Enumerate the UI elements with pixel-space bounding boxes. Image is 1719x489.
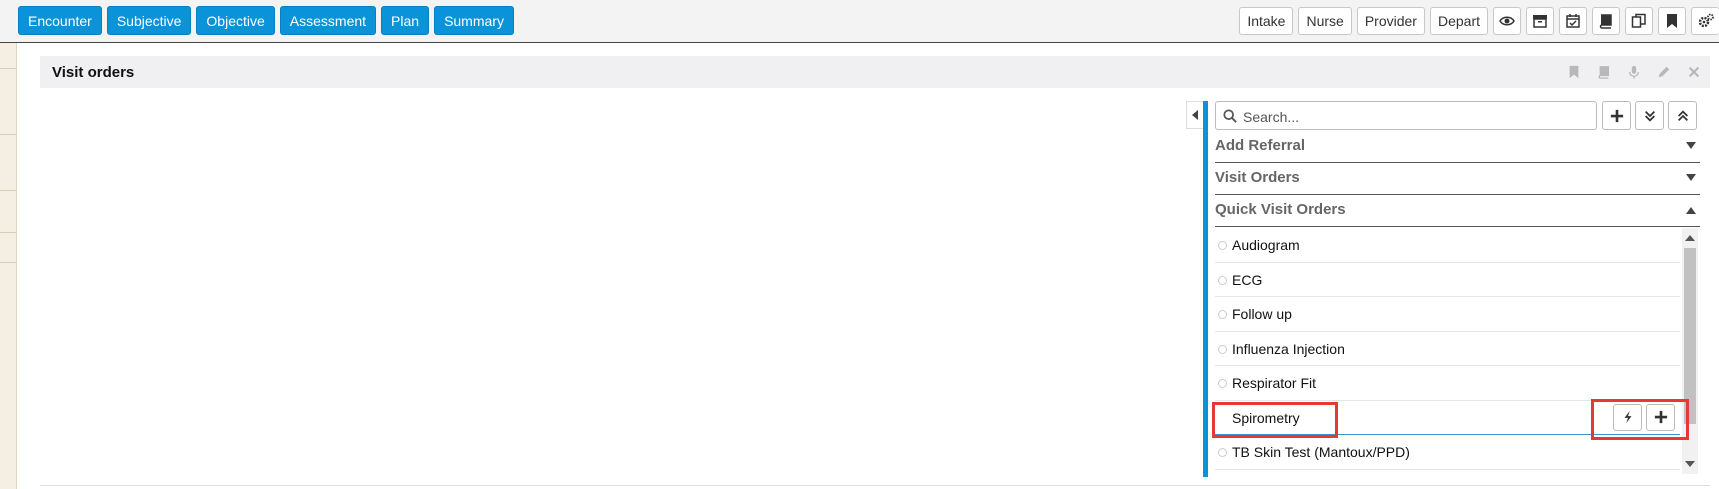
reference-button[interactable] (1592, 7, 1620, 35)
list-item-label: TB Skin Test (Mantoux/PPD) (1232, 444, 1410, 460)
list-item-label: Respirator Fit (1232, 375, 1317, 391)
encounter-toolbar: Encounter Subjective Objective Assessmen… (0, 0, 1719, 43)
panel-bookmark-button[interactable] (1564, 62, 1584, 82)
schedule-button[interactable] (1559, 7, 1587, 35)
caret-down-icon (1686, 174, 1696, 181)
depart-button[interactable]: Depart (1429, 7, 1488, 35)
section-add-referral[interactable]: Add Referral (1215, 131, 1700, 163)
copy-icon (1631, 13, 1646, 28)
archive-button[interactable] (1526, 7, 1554, 35)
section-visit-orders[interactable]: Visit Orders (1215, 163, 1700, 195)
panel-close-button[interactable] (1684, 62, 1704, 82)
scroll-up-icon[interactable] (1685, 234, 1695, 242)
sidebar-collapse-toggle[interactable] (1186, 101, 1203, 129)
tab-encounter[interactable]: Encounter (18, 6, 102, 35)
panel-book-button[interactable] (1594, 62, 1614, 82)
provider-button[interactable]: Provider (1356, 7, 1425, 35)
radio-indicator (1218, 241, 1227, 250)
list-item[interactable]: TB Skin Test (Mantoux/PPD) (1215, 435, 1680, 470)
list-item-label: ECG (1232, 271, 1263, 288)
section-label: Quick Visit Orders (1215, 201, 1346, 218)
section-label: Add Referral (1215, 137, 1306, 154)
bookmark-button[interactable] (1658, 7, 1686, 35)
list-scrollbar[interactable] (1682, 228, 1698, 474)
list-item[interactable]: ECG (1215, 263, 1680, 297)
tab-objective[interactable]: Objective (196, 6, 275, 35)
section-label: Visit Orders (1215, 169, 1300, 186)
list-item-label: Audiogram (1232, 237, 1300, 253)
encounter-tabs: Encounter Subjective Objective Assessmen… (18, 6, 514, 35)
book-icon (1598, 66, 1610, 79)
preview-button[interactable] (1493, 7, 1521, 35)
list-item-label: Spirometry (1232, 409, 1300, 426)
microphone-icon (1628, 65, 1640, 79)
toolbar-right-tools: Intake Nurse Provider Depart (1239, 7, 1719, 35)
radio-indicator (1218, 379, 1227, 388)
radio-indicator (1218, 448, 1227, 457)
list-item[interactable]: Follow up (1215, 297, 1680, 332)
expand-all-icon (1644, 110, 1655, 122)
left-edge-strip (0, 42, 17, 489)
caret-up-icon (1686, 207, 1696, 214)
pencil-icon (1658, 66, 1670, 78)
panel-header-actions (1564, 62, 1704, 82)
item-actions (1613, 403, 1675, 431)
calendar-check-icon (1566, 14, 1580, 28)
tab-assessment[interactable]: Assessment (279, 6, 377, 35)
collapse-all-icon (1677, 109, 1688, 121)
eye-icon (1499, 16, 1515, 26)
collapse-all-button[interactable] (1668, 101, 1697, 130)
add-icon (1610, 109, 1623, 122)
close-icon (1688, 66, 1700, 78)
add-order-item-button[interactable] (1646, 403, 1675, 431)
add-icon (1654, 410, 1667, 424)
scroll-down-icon[interactable] (1685, 460, 1695, 468)
order-search-box (1215, 101, 1597, 130)
settings-button[interactable] (1691, 7, 1719, 35)
intake-button[interactable]: Intake (1239, 7, 1294, 35)
quick-orders-list: Audiogram ECG Follow up Influenza Inject… (1215, 228, 1680, 474)
list-item[interactable]: Audiogram (1215, 228, 1680, 263)
visit-orders-panel-header: Visit orders (40, 56, 1710, 88)
panel-dictate-button[interactable] (1624, 62, 1644, 82)
quick-order-button[interactable] (1613, 403, 1642, 431)
list-item-spirometry[interactable]: Spirometry (1215, 401, 1680, 435)
sidebar-accent-bar (1203, 101, 1208, 477)
radio-indicator (1218, 344, 1227, 354)
archive-icon (1533, 15, 1547, 28)
tab-summary[interactable]: Summary (434, 6, 514, 35)
section-quick-visit-orders[interactable]: Quick Visit Orders (1215, 195, 1700, 227)
search-icon (1223, 109, 1237, 123)
radio-indicator (1218, 310, 1227, 319)
gears-icon (1698, 13, 1714, 28)
list-item-label: Influenza Injection (1232, 340, 1345, 357)
bookmark-icon (1667, 14, 1677, 28)
caret-down-icon (1686, 142, 1696, 149)
tab-plan[interactable]: Plan (381, 6, 430, 35)
list-item[interactable]: Influenza Injection (1215, 332, 1680, 366)
bookmark-icon (1569, 65, 1579, 79)
scroll-thumb[interactable] (1684, 248, 1696, 424)
panel-title: Visit orders (52, 64, 135, 81)
panel-bottom-divider (40, 485, 1710, 486)
tab-subjective[interactable]: Subjective (106, 6, 192, 35)
caret-left-icon (1192, 110, 1198, 120)
search-input[interactable] (1241, 105, 1595, 128)
list-item-label: Follow up (1232, 306, 1292, 322)
nurse-button[interactable]: Nurse (1298, 7, 1352, 35)
panel-edit-button[interactable] (1654, 62, 1674, 82)
lightning-icon (1624, 410, 1631, 424)
radio-indicator (1218, 275, 1227, 285)
add-order-button[interactable] (1602, 101, 1631, 130)
book-icon (1599, 14, 1612, 29)
copy-button[interactable] (1625, 7, 1653, 35)
list-item[interactable]: Respirator Fit (1215, 366, 1680, 401)
expand-all-button[interactable] (1635, 101, 1664, 130)
